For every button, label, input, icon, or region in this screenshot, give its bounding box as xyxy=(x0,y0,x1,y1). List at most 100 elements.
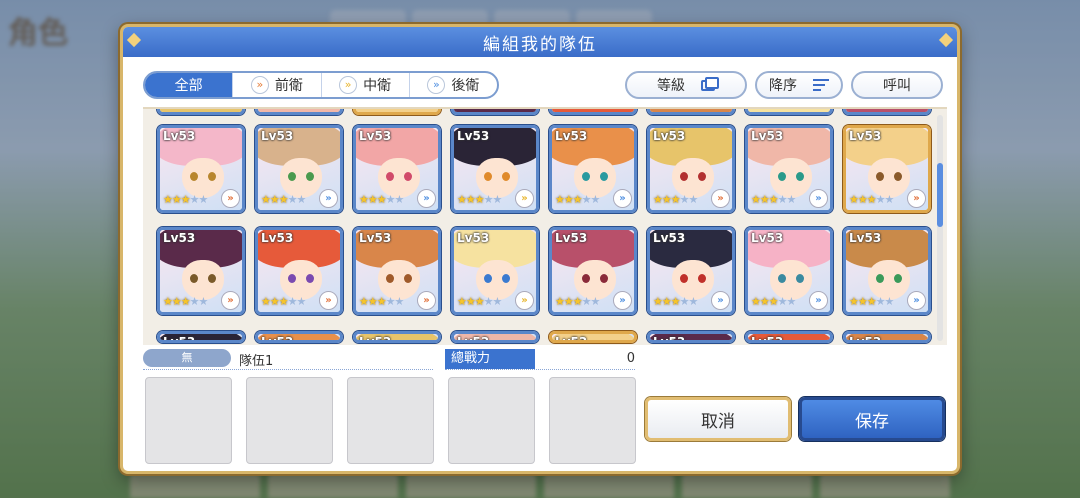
character-card[interactable]: Lv53 ★★★★★ » xyxy=(255,125,343,213)
character-card[interactable]: Lv53 ★★★★★ » xyxy=(353,227,441,315)
rarity-stars: ★★★★★ xyxy=(751,295,796,308)
sort-order-button[interactable]: 降序 xyxy=(755,71,843,99)
call-button[interactable]: 呼叫 xyxy=(851,71,943,99)
role-filter-tabs: 全部 » 前衛 » 中衛 » 後衛 xyxy=(143,71,499,99)
character-card-partial[interactable] xyxy=(549,109,637,115)
back-role-icon: » xyxy=(417,189,436,208)
character-card[interactable]: Lv53 ★★★★★ » xyxy=(549,227,637,315)
character-card-partial[interactable]: Lv53 xyxy=(451,331,539,343)
character-level: Lv53 xyxy=(751,129,784,143)
save-button[interactable]: 保存 xyxy=(799,397,945,441)
front-role-icon: » xyxy=(711,189,730,208)
character-level: Lv53 xyxy=(457,231,490,245)
front-role-icon: » xyxy=(221,189,240,208)
character-card-partial[interactable] xyxy=(647,109,735,115)
team-slot-3[interactable] xyxy=(347,377,434,464)
character-portrait xyxy=(846,109,928,112)
character-card[interactable]: Lv53 ★★★★★ » xyxy=(255,227,343,315)
character-card-partial[interactable] xyxy=(745,109,833,115)
character-card-partial[interactable]: Lv53 xyxy=(255,331,343,343)
back-role-icon: » xyxy=(427,76,446,94)
character-card[interactable]: Lv53 ★★★★★ » xyxy=(451,125,539,213)
character-card[interactable]: Lv53 ★★★★★ » xyxy=(549,125,637,213)
middle-role-icon: » xyxy=(515,189,534,208)
divider xyxy=(445,369,635,370)
character-level: Lv53 xyxy=(653,231,686,245)
rarity-stars: ★★★★★ xyxy=(849,295,894,308)
character-card-partial[interactable] xyxy=(353,109,441,115)
character-card-partial[interactable]: Lv53 xyxy=(157,331,245,343)
team-slot-2[interactable] xyxy=(246,377,333,464)
rarity-stars: ★★★★★ xyxy=(751,193,796,206)
back-role-icon: » xyxy=(613,189,632,208)
character-card-partial[interactable] xyxy=(157,109,245,115)
back-role-icon: » xyxy=(319,189,338,208)
tab-all[interactable]: 全部 xyxy=(145,73,234,97)
rarity-stars: ★★★★★ xyxy=(849,193,894,206)
character-grid[interactable]: Lv53 ★★★★★ » Lv53 ★★★★★ » Lv53 ★★★★★ » Lv53 ★★★★★ »… xyxy=(143,107,947,345)
team-slot-5[interactable] xyxy=(549,377,636,464)
team-slot-1[interactable] xyxy=(145,377,232,464)
rarity-stars: ★★★★★ xyxy=(653,193,698,206)
grid-scrollbar[interactable] xyxy=(937,115,943,341)
rarity-stars: ★★★★★ xyxy=(261,193,306,206)
team-slot-4[interactable] xyxy=(448,377,535,464)
team-tag[interactable]: 無 xyxy=(143,349,231,367)
character-portrait xyxy=(650,109,732,112)
tab-label: 前衛 xyxy=(274,78,303,94)
team-section: 無 隊伍1 總戰力 0 取消 保存 xyxy=(143,349,945,467)
scroll-thumb[interactable] xyxy=(937,163,943,227)
level-sort-label: 等級 xyxy=(657,78,685,94)
character-level: Lv53 xyxy=(163,335,196,343)
call-label: 呼叫 xyxy=(883,78,911,94)
rarity-stars: ★★★★★ xyxy=(555,193,600,206)
character-card[interactable]: Lv53 ★★★★★ » xyxy=(745,125,833,213)
rarity-stars: ★★★★★ xyxy=(163,295,208,308)
character-card[interactable]: Lv53 ★★★★★ » xyxy=(647,125,735,213)
character-card[interactable]: Lv53 ★★★★★ » xyxy=(451,227,539,315)
cancel-button[interactable]: 取消 xyxy=(645,397,791,441)
tab-front[interactable]: » 前衛 xyxy=(233,73,322,97)
character-card-partial[interactable]: Lv53 xyxy=(549,331,637,343)
team-name: 隊伍1 xyxy=(239,354,274,369)
character-card-partial[interactable] xyxy=(451,109,539,115)
character-card[interactable]: Lv53 ★★★★★ » xyxy=(353,125,441,213)
character-card[interactable]: Lv53 ★★★★★ » xyxy=(745,227,833,315)
character-level: Lv53 xyxy=(261,129,294,143)
front-role-icon: » xyxy=(907,189,926,208)
tab-middle[interactable]: » 中衛 xyxy=(322,73,410,97)
character-level: Lv53 xyxy=(849,129,882,143)
back-role-icon: » xyxy=(711,291,730,310)
character-level: Lv53 xyxy=(653,335,686,343)
tab-back[interactable]: » 後衛 xyxy=(410,73,497,97)
character-card-partial[interactable]: Lv53 xyxy=(843,331,931,343)
front-role-icon: » xyxy=(250,76,269,94)
rarity-stars: ★★★★★ xyxy=(359,295,404,308)
dialog-title: 編組我的隊伍 xyxy=(123,27,957,57)
character-level: Lv53 xyxy=(849,335,882,343)
character-portrait xyxy=(454,109,536,112)
character-card-partial[interactable] xyxy=(255,109,343,115)
filter-row: 全部 » 前衛 » 中衛 » 後衛 等級 降序 呼叫 xyxy=(143,69,943,99)
character-card[interactable]: Lv53 ★★★★★ » xyxy=(843,125,931,213)
character-portrait xyxy=(356,109,438,112)
character-portrait xyxy=(258,109,340,112)
character-card[interactable]: Lv53 ★★★★★ » xyxy=(843,227,931,315)
middle-role-icon: » xyxy=(339,76,358,94)
middle-role-icon: » xyxy=(515,291,534,310)
divider xyxy=(143,369,433,370)
character-card[interactable]: Lv53 ★★★★★ » xyxy=(157,125,245,213)
character-card-partial[interactable] xyxy=(843,109,931,115)
team-edit-dialog: 編組我的隊伍 全部» 前衛» 中衛» 後衛 等級 降序 呼叫 Lv53 ★★★★★» Lv… xyxy=(120,24,960,474)
character-card-partial[interactable]: Lv53 xyxy=(745,331,833,343)
front-role-icon: » xyxy=(319,291,338,310)
level-sort-button[interactable]: 等級 xyxy=(625,71,747,99)
rarity-stars: ★★★★★ xyxy=(457,295,502,308)
character-card[interactable]: Lv53 ★★★★★ » xyxy=(647,227,735,315)
character-level: Lv53 xyxy=(359,231,392,245)
character-level: Lv53 xyxy=(653,129,686,143)
rarity-stars: ★★★★★ xyxy=(653,295,698,308)
character-card[interactable]: Lv53 ★★★★★ » xyxy=(157,227,245,315)
character-card-partial[interactable]: Lv53 xyxy=(647,331,735,343)
character-card-partial[interactable]: Lv53 xyxy=(353,331,441,343)
